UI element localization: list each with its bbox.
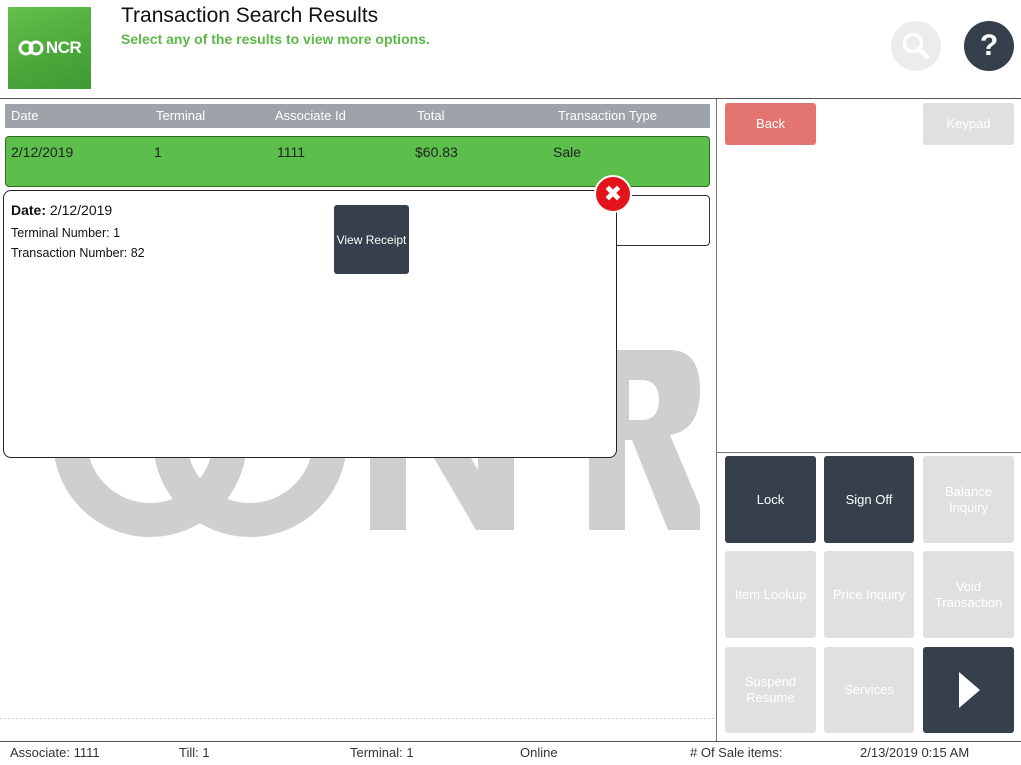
cell-date: 2/12/2019 [11, 144, 74, 160]
column-header-terminal: Terminal [156, 108, 206, 123]
price-inquiry-button[interactable]: Price Inquiry [824, 551, 914, 638]
back-button[interactable]: Back [725, 103, 816, 145]
header-divider [0, 98, 1021, 99]
page-title: Transaction Search Results [121, 4, 379, 27]
logo-text: NCR [45, 38, 82, 57]
results-table-header: Date Terminal Associate Id Total Transac… [5, 104, 710, 128]
left-panel-divider [0, 718, 716, 719]
cell-terminal: 1 [154, 144, 162, 160]
status-connection: Online [520, 745, 558, 760]
cell-transaction-type: Sale [553, 144, 582, 160]
column-header-total: Total [417, 108, 445, 123]
popup-transaction-number: Transaction Number: 82 [11, 246, 145, 260]
panel-divider [716, 99, 717, 742]
app-window: NCR Transaction Search Results Select an… [0, 0, 1021, 765]
keypad-button[interactable]: Keypad [923, 103, 1014, 145]
popup-date-value: 2/12/2019 [49, 202, 113, 218]
status-associate: Associate: 1111 [10, 745, 100, 760]
column-header-associate-id: Associate Id [275, 108, 346, 123]
sign-off-button[interactable]: Sign Off [824, 456, 914, 543]
balance-inquiry-button[interactable]: Balance Inquiry [923, 456, 1014, 543]
popup-date: Date: 2/12/2019 [11, 202, 112, 218]
close-popup-button[interactable]: ✖ [594, 175, 632, 213]
suspend-resume-button[interactable]: Suspend Resume [725, 647, 816, 733]
transaction-details-popup: Date: 2/12/2019 Terminal Number: 1 Trans… [3, 190, 617, 458]
column-header-transaction-type: Transaction Type [558, 108, 657, 123]
cell-total: $60.83 [415, 144, 458, 160]
status-datetime: 2/13/2019 0:15 AM [860, 745, 970, 760]
popup-terminal-number: Terminal Number: 1 [11, 226, 121, 240]
help-button[interactable]: ? [964, 21, 1014, 71]
ncr-rings-icon [18, 40, 44, 56]
view-receipt-button[interactable]: View Receipt [334, 205, 409, 274]
help-icon: ? [979, 29, 999, 62]
arrow-right-icon [958, 672, 980, 708]
status-bar-divider [0, 741, 1021, 742]
popup-date-label: Date: [11, 202, 47, 218]
column-header-date: Date [11, 108, 39, 123]
status-terminal: Terminal: 1 [350, 745, 414, 760]
search-button[interactable] [891, 21, 941, 71]
status-till: Till: 1 [179, 745, 210, 760]
lock-button[interactable]: Lock [725, 456, 816, 543]
next-page-button[interactable] [923, 647, 1014, 733]
search-icon [902, 32, 930, 60]
ncr-logo: NCR [8, 7, 91, 89]
cell-associate-id: 1111 [277, 144, 306, 160]
page-subtitle: Select any of the results to view more o… [121, 31, 430, 47]
void-transaction-button[interactable]: Void Transaction [923, 551, 1014, 638]
item-lookup-button[interactable]: Item Lookup [725, 551, 816, 638]
right-panel-divider [717, 452, 1021, 453]
close-icon: ✖ [603, 181, 623, 207]
services-button[interactable]: Services [824, 647, 914, 733]
status-sale-items: # Of Sale items: [690, 745, 783, 760]
